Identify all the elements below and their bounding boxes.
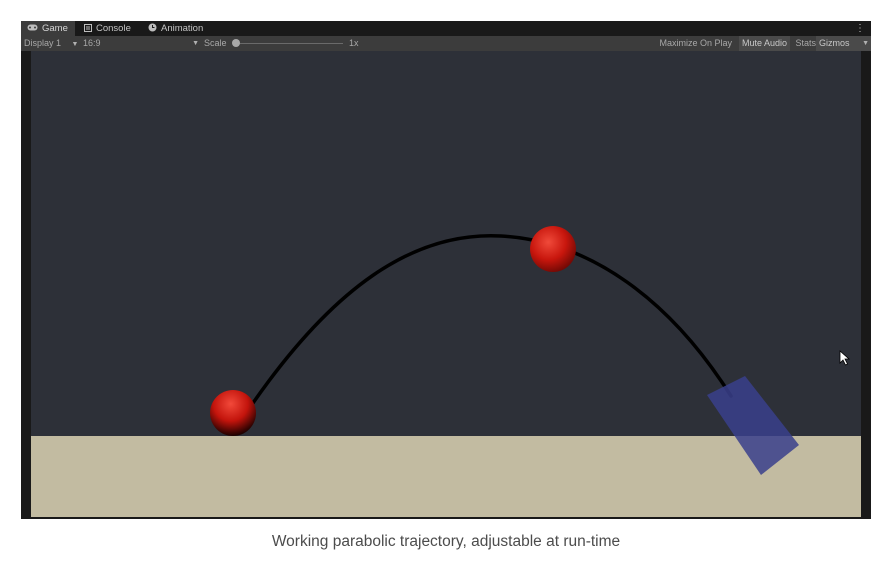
maximize-on-play-toggle[interactable]: Maximize On Play (656, 36, 735, 51)
mouse-cursor-icon (839, 350, 851, 366)
more-options-icon[interactable]: ⋮ (855, 21, 865, 36)
tab-console[interactable]: Console (78, 21, 137, 36)
scale-slider-handle[interactable] (232, 39, 240, 47)
ground-plane (31, 436, 861, 517)
scale-slider-track[interactable] (237, 43, 343, 44)
game-viewport[interactable] (31, 51, 861, 517)
caret-down-icon: ▼ (862, 40, 869, 47)
game-view-window: Game Console Animation ⋮ Display 1 ▼ 16:… (21, 21, 871, 519)
projectile-ball (530, 226, 576, 272)
tab-animation[interactable]: Animation (142, 21, 209, 36)
gizmos-label: Gizmos (819, 38, 850, 48)
tab-bar: Game Console Animation ⋮ (21, 21, 871, 36)
game-toolbar: Display 1 ▼ 16:9 ▼ Scale 1x Maximize On … (21, 36, 871, 51)
figure-caption: Working parabolic trajectory, adjustable… (271, 533, 621, 550)
tab-label: Game (42, 23, 68, 34)
caret-down-icon: ▼ (192, 40, 199, 47)
display-value: Display 1 (24, 38, 62, 48)
mute-audio-toggle[interactable]: Mute Audio (738, 36, 790, 51)
display-dropdown[interactable]: Display 1 ▼ (24, 36, 78, 51)
gizmos-toggle[interactable]: Gizmos ▼ (816, 36, 871, 51)
aspect-dropdown[interactable]: 16:9 ▼ (83, 36, 199, 51)
game-scene (31, 51, 861, 517)
launch-ball (210, 390, 256, 436)
tab-game[interactable]: Game (21, 21, 75, 36)
aspect-value: 16:9 (83, 38, 101, 48)
sky-background (31, 51, 861, 436)
console-icon (84, 23, 92, 34)
clock-icon (148, 23, 157, 34)
tab-label: Console (96, 23, 131, 34)
scale-label: Scale (204, 38, 227, 48)
scale-value: 1x (349, 38, 359, 48)
gamepad-icon (27, 24, 38, 33)
caret-down-icon: ▼ (71, 41, 79, 48)
tab-label: Animation (161, 23, 204, 34)
